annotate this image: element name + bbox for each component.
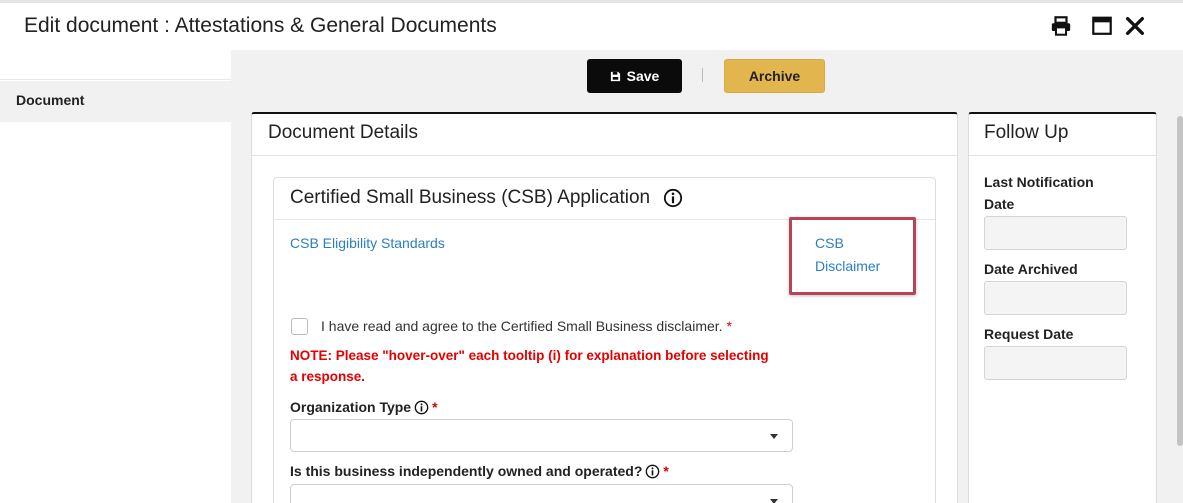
independently-owned-label: Is this business independently owned and… xyxy=(290,463,669,479)
highlight-annotation-box xyxy=(789,217,916,295)
close-icon[interactable] xyxy=(1124,15,1146,37)
document-details-title: Document Details xyxy=(268,122,418,143)
sidebar-item-document[interactable]: Document xyxy=(0,81,231,122)
chevron-down-icon xyxy=(770,499,778,503)
required-mark: * xyxy=(663,463,669,479)
info-icon[interactable] xyxy=(645,464,660,479)
organization-type-label-text: Organization Type xyxy=(290,399,412,415)
info-icon[interactable] xyxy=(414,400,429,415)
csb-disclaimer-link-line1[interactable]: CSB xyxy=(815,235,844,251)
date-archived-field[interactable] xyxy=(984,281,1127,315)
note-line-1: NOTE: Please "hover-over" each tooltip (… xyxy=(290,348,769,363)
organization-type-select[interactable] xyxy=(290,419,793,452)
request-date-label: Request Date xyxy=(984,326,1074,342)
follow-up-header: Follow Up xyxy=(969,114,1156,156)
tooltip-note: NOTE: Please "hover-over" each tooltip (… xyxy=(290,345,820,387)
sidebar-item-label: Document xyxy=(16,92,85,108)
organization-type-label: Organization Type * xyxy=(290,399,438,415)
document-details-panel: Document Details Certified Small Busines… xyxy=(251,112,958,503)
disclaimer-agree-checkbox[interactable] xyxy=(291,318,308,335)
last-notification-date-label-line1: Last Notification xyxy=(984,174,1094,190)
request-date-field[interactable] xyxy=(984,346,1127,380)
sidebar-header-strip xyxy=(0,50,231,80)
archive-button[interactable]: Archive xyxy=(724,59,825,93)
toolbar-divider xyxy=(702,68,703,82)
last-notification-date-label-line2: Date xyxy=(984,196,1015,212)
document-details-header: Document Details xyxy=(252,114,957,156)
required-mark: * xyxy=(726,318,732,334)
dialog-header: Edit document : Attestations & General D… xyxy=(0,3,1183,50)
maximize-icon[interactable] xyxy=(1091,15,1113,37)
date-archived-label: Date Archived xyxy=(984,261,1078,277)
required-mark: * xyxy=(432,399,438,415)
disclaimer-agree-text: I have read and agree to the Certified S… xyxy=(321,318,723,334)
csb-eligibility-standards-link[interactable]: CSB Eligibility Standards xyxy=(290,235,445,251)
main-content: Save Archive Document Details Certified … xyxy=(231,50,1183,503)
last-notification-date-label: Last Notification Date xyxy=(984,171,1094,215)
chevron-down-icon xyxy=(770,434,778,439)
note-line-2: a response. xyxy=(290,369,366,384)
csb-card-header: Certified Small Business (CSB) Applicati… xyxy=(274,178,935,220)
csb-application-card: Certified Small Business (CSB) Applicati… xyxy=(273,177,936,503)
last-notification-date-field[interactable] xyxy=(984,216,1127,250)
follow-up-title: Follow Up xyxy=(984,122,1069,143)
info-icon[interactable] xyxy=(663,188,683,208)
save-button-label: Save xyxy=(626,68,660,84)
independently-owned-label-text: Is this business independently owned and… xyxy=(290,463,643,479)
sidebar: Document xyxy=(0,50,231,503)
follow-up-panel: Follow Up Last Notification Date Date Ar… xyxy=(968,112,1157,503)
disclaimer-agree-label: I have read and agree to the Certified S… xyxy=(321,318,732,334)
csb-disclaimer-link-line2[interactable]: Disclaimer xyxy=(815,258,880,274)
save-button[interactable]: Save xyxy=(587,59,682,93)
print-icon[interactable] xyxy=(1050,15,1072,37)
dialog-title: Edit document : Attestations & General D… xyxy=(24,14,497,37)
scrollbar-thumb[interactable] xyxy=(1177,116,1183,446)
csb-card-title: Certified Small Business (CSB) Applicati… xyxy=(290,187,651,208)
save-icon xyxy=(610,71,620,81)
independently-owned-select[interactable] xyxy=(290,484,793,503)
